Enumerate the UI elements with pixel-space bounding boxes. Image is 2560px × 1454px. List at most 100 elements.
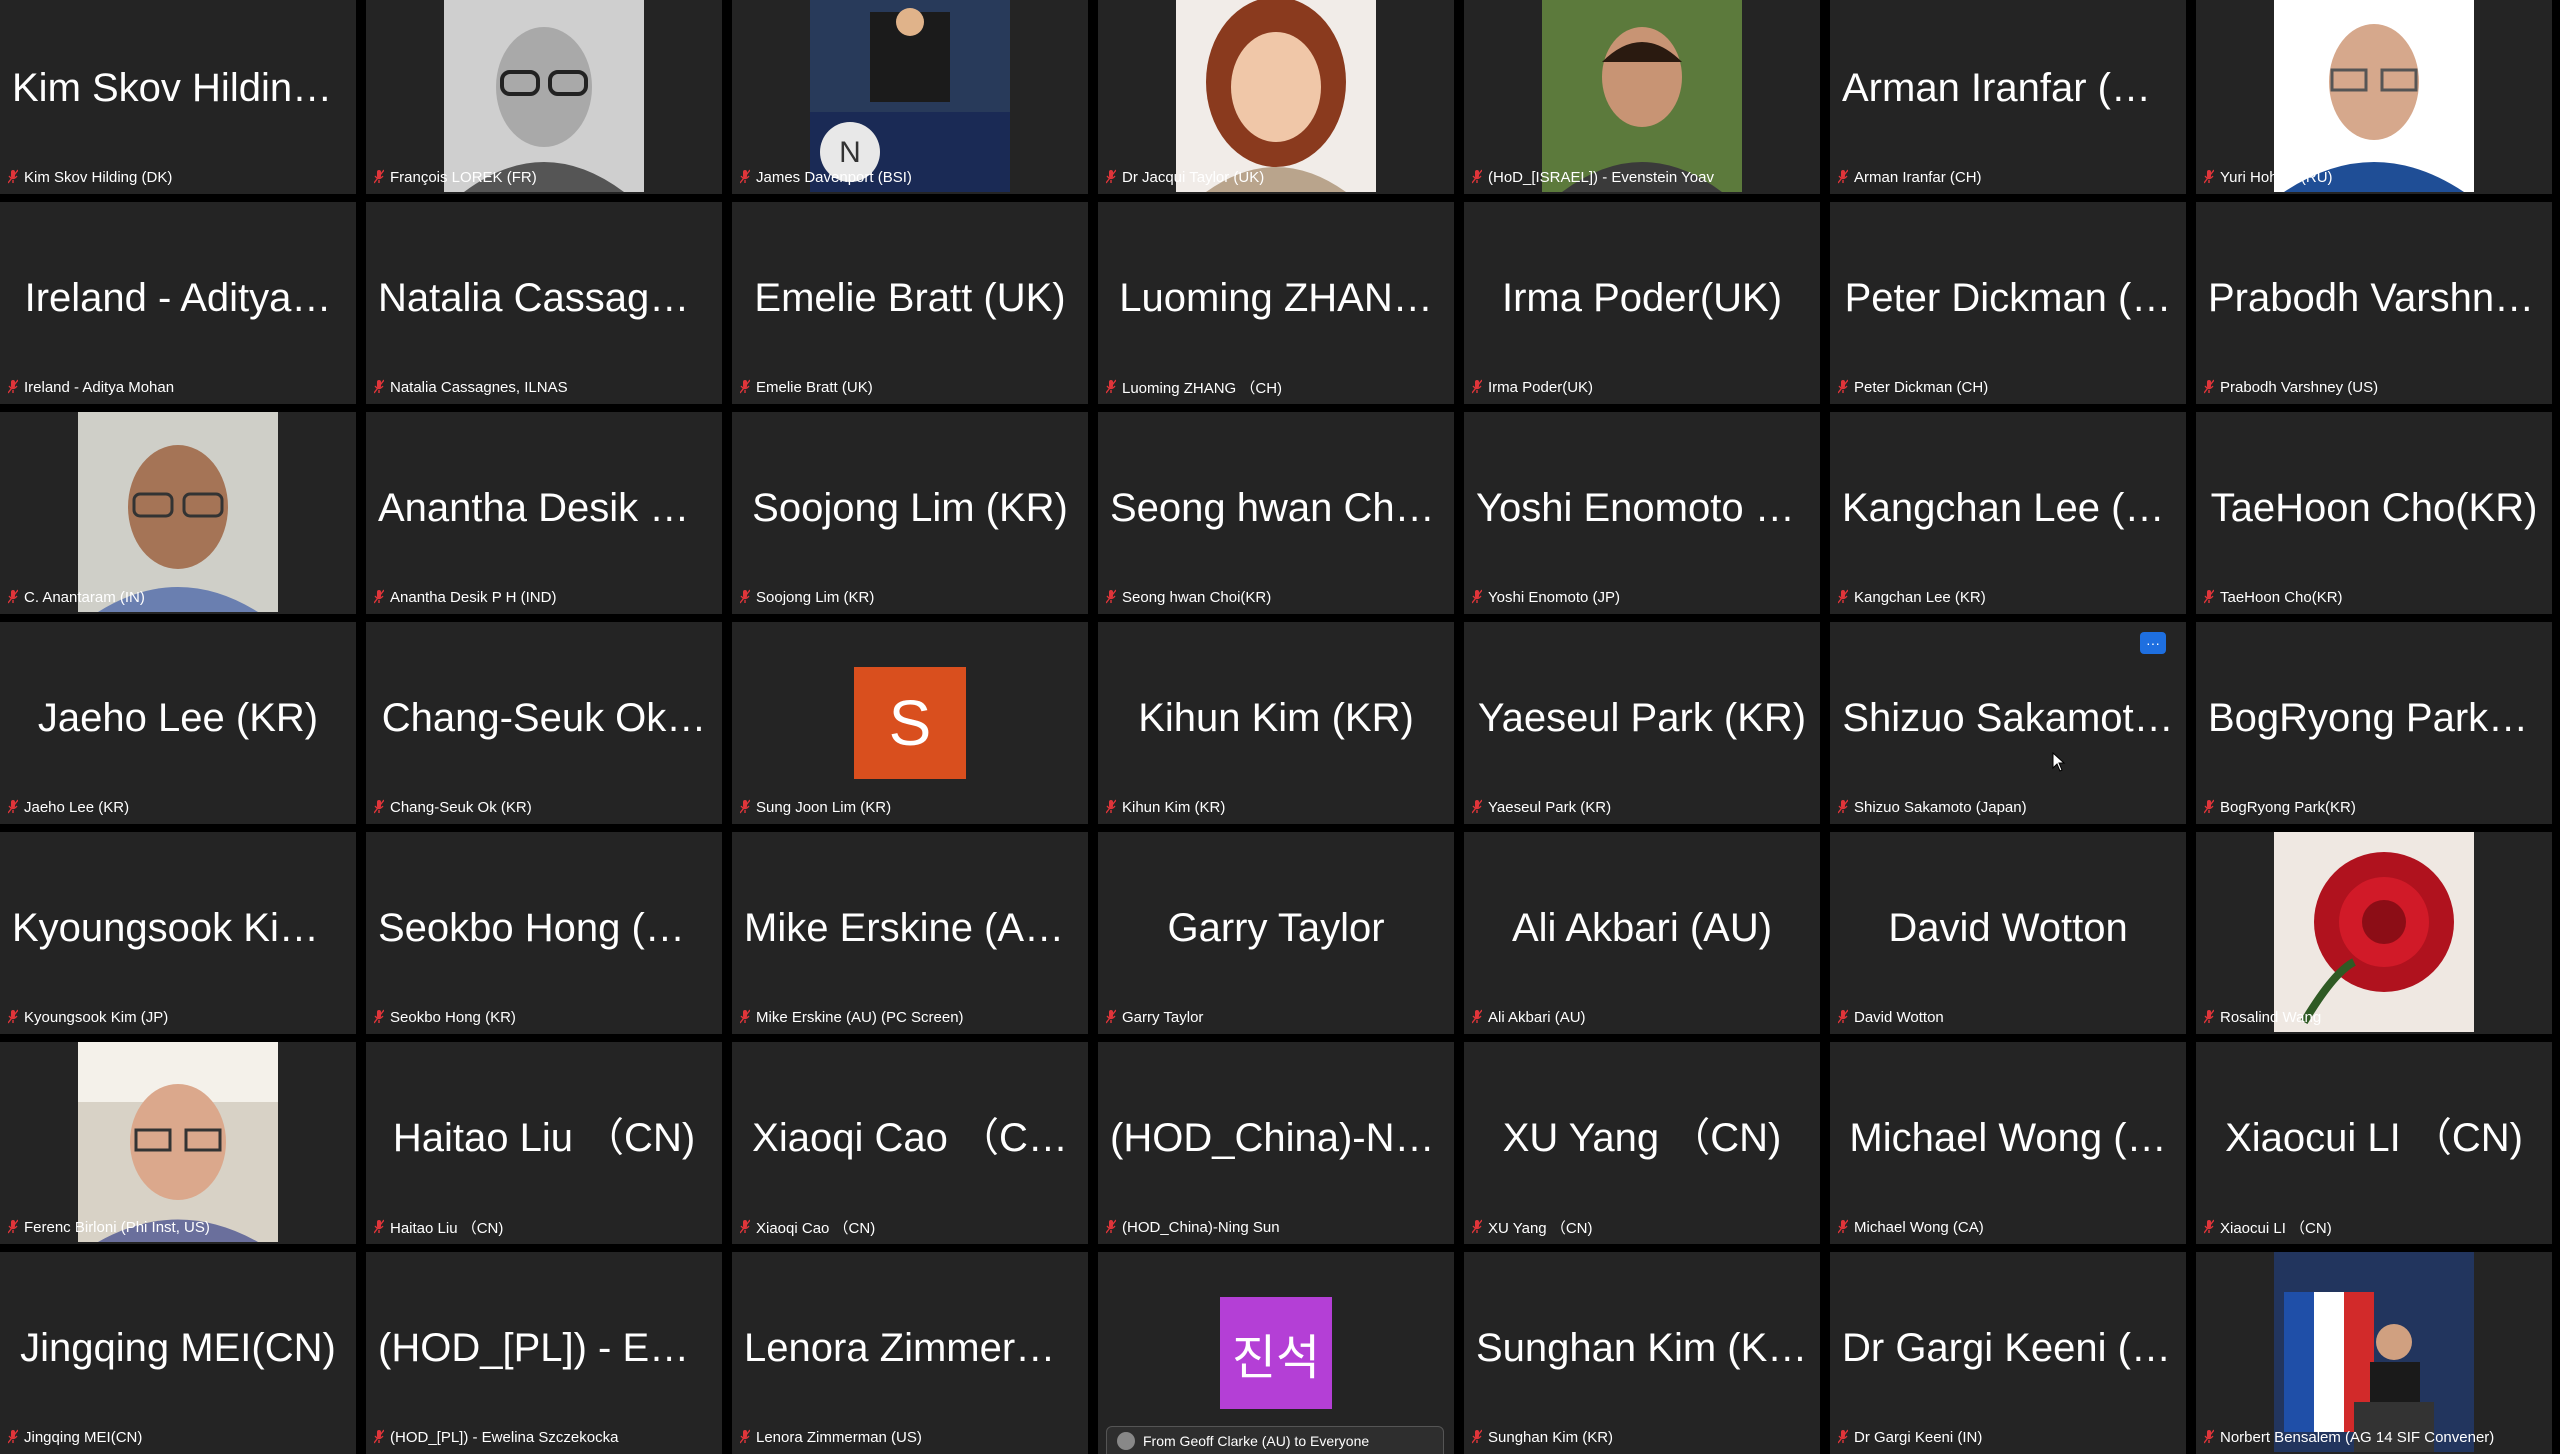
participant-tile[interactable]: Luoming ZHAN… Luoming ZHANG （CH) bbox=[1098, 202, 1454, 404]
participant-name-label: Ireland - Aditya Mohan bbox=[0, 376, 182, 398]
participant-name-label: François LOREK (FR) bbox=[366, 166, 545, 188]
participant-tile[interactable]: Kyoungsook Kim… Kyoungsook Kim (JP) bbox=[0, 832, 356, 1034]
participant-name-text: Ferenc Birloni (Phi Inst, US) bbox=[24, 1218, 210, 1236]
participant-tile[interactable]: François LOREK (FR) bbox=[366, 0, 722, 194]
participant-tile[interactable]: Xiaoqi Cao （C… Xiaoqi Cao （CN) bbox=[732, 1042, 1088, 1244]
participant-tile[interactable]: Emelie Bratt (UK) Emelie Bratt (UK) bbox=[732, 202, 1088, 404]
participant-tile[interactable]: Garry Taylor Garry Taylor bbox=[1098, 832, 1454, 1034]
participant-name-label: Shizuo Sakamoto (Japan) bbox=[1830, 796, 2035, 818]
participant-display-name: Ireland - Aditya… bbox=[24, 276, 332, 320]
participant-name-text: Xiaocui LI （CN) bbox=[2220, 1219, 2332, 1237]
participant-tile[interactable]: Haitao Liu （CN) Haitao Liu （CN) bbox=[366, 1042, 722, 1244]
participant-tile[interactable]: Prabodh Varshne… Prabodh Varshney (US) bbox=[2196, 202, 2552, 404]
participant-tile[interactable]: Anantha Desik P… Anantha Desik P H (IND) bbox=[366, 412, 722, 614]
participant-tile[interactable]: Norbert Bensalem (AG 14 SIF Convener) bbox=[2196, 1252, 2552, 1454]
participant-name-text: Yoshi Enomoto (JP) bbox=[1488, 588, 1621, 606]
participant-name-text: Irma Poder(UK) bbox=[1488, 378, 1594, 396]
participant-display-name: BogRyong Park(… bbox=[2208, 696, 2542, 740]
participant-display-name: Dr Gargi Keeni (I… bbox=[1842, 1326, 2183, 1370]
participant-tile[interactable]: Dr Jacqui Taylor (UK) bbox=[1098, 0, 1454, 194]
participant-display-name: Prabodh Varshne… bbox=[2208, 276, 2552, 320]
mic-muted-icon bbox=[2204, 1219, 2214, 1234]
participant-name-text: Xiaoqi Cao （CN) bbox=[756, 1219, 876, 1237]
mic-muted-icon bbox=[2204, 379, 2214, 394]
participant-tile[interactable]: Michael Wong (… Michael Wong (CA) bbox=[1830, 1042, 2186, 1244]
mic-muted-icon bbox=[1106, 1009, 1116, 1024]
participant-tile[interactable]: Irma Poder(UK) Irma Poder(UK) bbox=[1464, 202, 1820, 404]
participant-tile[interactable]: Ferenc Birloni (Phi Inst, US) bbox=[0, 1042, 356, 1244]
participant-name-label: Seong hwan Choi(KR) bbox=[1098, 586, 1279, 608]
participant-tile[interactable]: Kim Skov Hilding… Kim Skov Hilding (DK) bbox=[0, 0, 356, 194]
participant-name-label: Soojong Lim (KR) bbox=[732, 586, 882, 608]
mic-muted-icon bbox=[374, 1009, 384, 1024]
participant-tile[interactable]: Kihun Kim (KR) Kihun Kim (KR) bbox=[1098, 622, 1454, 824]
participant-tile[interactable]: TaeHoon Cho(KR) TaeHoon Cho(KR) bbox=[2196, 412, 2552, 614]
participant-name-label: Kihun Kim (KR) bbox=[1098, 796, 1233, 818]
participant-name-text: Kyoungsook Kim (JP) bbox=[24, 1008, 169, 1026]
participant-tile[interactable]: Yaeseul Park (KR) Yaeseul Park (KR) bbox=[1464, 622, 1820, 824]
participant-tile[interactable]: Natalia Cassagn… Natalia Cassagnes, ILNAS bbox=[366, 202, 722, 404]
participant-tile[interactable]: Arman Iranfar (C… Arman Iranfar (CH) bbox=[1830, 0, 2186, 194]
participant-tile[interactable]: C. Anantaram (IN) bbox=[0, 412, 356, 614]
participant-name-label: Norbert Bensalem (AG 14 SIF Convener) bbox=[2196, 1426, 2502, 1448]
participant-tile[interactable]: Jaeho Lee (KR) Jaeho Lee (KR) bbox=[0, 622, 356, 824]
participant-tile[interactable]: Seong hwan Cho… Seong hwan Choi(KR) bbox=[1098, 412, 1454, 614]
participant-video bbox=[2274, 0, 2474, 192]
participant-tile[interactable]: Ireland - Aditya… Ireland - Aditya Mohan bbox=[0, 202, 356, 404]
mic-muted-icon bbox=[1838, 1429, 1848, 1444]
participant-tile[interactable]: Sunghan Kim (KR) Sunghan Kim (KR) bbox=[1464, 1252, 1820, 1454]
participant-tile[interactable]: Peter Dickman (… Peter Dickman (CH) bbox=[1830, 202, 2186, 404]
mic-muted-icon bbox=[740, 1429, 750, 1444]
participant-tile[interactable]: (HOD_China)-Ni… (HOD_China)-Ning Sun bbox=[1098, 1042, 1454, 1244]
mic-muted-icon bbox=[374, 379, 384, 394]
mic-muted-icon bbox=[8, 1009, 18, 1024]
participant-tile[interactable]: Mike Erskine (AU… Mike Erskine (AU) (PC S… bbox=[732, 832, 1088, 1034]
participant-name-label: Xiaoqi Cao （CN) bbox=[732, 1216, 883, 1238]
participant-name-text: Seong hwan Choi(KR) bbox=[1122, 588, 1272, 606]
participant-name-label: Yuri Hohlov (RU) bbox=[2196, 166, 2341, 188]
mic-muted-icon bbox=[374, 169, 384, 184]
participant-tile[interactable]: (HoD_[ISRAEL]) - Evenstein Yoav bbox=[1464, 0, 1820, 194]
participant-tile[interactable]: Yoshi Enomoto (… Yoshi Enomoto (JP) bbox=[1464, 412, 1820, 614]
participant-tile[interactable]: XU Yang （CN) XU Yang （CN) bbox=[1464, 1042, 1820, 1244]
participant-tile[interactable]: S Sung Joon Lim (KR) bbox=[732, 622, 1088, 824]
participant-tile[interactable]: Chang-Seuk Ok… Chang-Seuk Ok (KR) bbox=[366, 622, 722, 824]
mouse-cursor-icon bbox=[2052, 752, 2066, 772]
participant-name-label: C. Anantaram (IN) bbox=[0, 586, 153, 608]
participant-tile[interactable]: 진석 From Geoff Clarke (AU) to Everyone bbox=[1098, 1252, 1454, 1454]
more-options-button[interactable]: ··· bbox=[2140, 632, 2166, 654]
participant-tile[interactable]: Xiaocui LI （CN) Xiaocui LI （CN) bbox=[2196, 1042, 2552, 1244]
participant-name-text: Anantha Desik P H (IND) bbox=[390, 588, 557, 606]
participant-display-name: Haitao Liu （CN) bbox=[392, 1116, 696, 1160]
participant-display-name: Xiaocui LI （CN) bbox=[2225, 1116, 2523, 1160]
participant-name-label: XU Yang （CN) bbox=[1464, 1216, 1600, 1238]
participant-tile[interactable]: Dr Gargi Keeni (I… Dr Gargi Keeni (IN) bbox=[1830, 1252, 2186, 1454]
participant-name-text: Emelie Bratt (UK) bbox=[756, 378, 873, 396]
participant-display-name: Kihun Kim (KR) bbox=[1138, 696, 1414, 740]
participant-name-text: TaeHoon Cho(KR) bbox=[2220, 588, 2343, 606]
participant-tile[interactable]: N James Davenport (BSI) bbox=[732, 0, 1088, 194]
participant-avatar: S bbox=[854, 667, 966, 779]
participant-name-label: Jingqing MEI(CN) bbox=[0, 1426, 150, 1448]
participant-name-text: Sung Joon Lim (KR) bbox=[756, 798, 892, 816]
participant-tile[interactable]: Rosalind Wang bbox=[2196, 832, 2552, 1034]
participant-tile[interactable]: Soojong Lim (KR) Soojong Lim (KR) bbox=[732, 412, 1088, 614]
participant-tile[interactable]: BogRyong Park(… BogRyong Park(KR) bbox=[2196, 622, 2552, 824]
participant-tile[interactable]: Yuri Hohlov (RU) bbox=[2196, 0, 2552, 194]
participant-tile[interactable]: (HOD_[PL]) - Ew… (HOD_[PL]) - Ewelina Szc… bbox=[366, 1252, 722, 1454]
participant-tile[interactable]: Kangchan Lee (K… Kangchan Lee (KR) bbox=[1830, 412, 2186, 614]
participant-name-text: David Wotton bbox=[1854, 1008, 1944, 1026]
participant-name-label: Peter Dickman (CH) bbox=[1830, 376, 1996, 398]
participant-name-text: BogRyong Park(KR) bbox=[2220, 798, 2356, 816]
participant-name-text: Michael Wong (CA) bbox=[1854, 1218, 1984, 1236]
participant-tile[interactable]: Shizuo Sakamot… ··· Shizuo Sakamoto (Japan… bbox=[1830, 622, 2186, 824]
participant-name-label: Kyoungsook Kim (JP) bbox=[0, 1006, 176, 1028]
chat-notification[interactable]: From Geoff Clarke (AU) to Everyone bbox=[1106, 1426, 1444, 1454]
participant-tile[interactable]: Jingqing MEI(CN) Jingqing MEI(CN) bbox=[0, 1252, 356, 1454]
participant-tile[interactable]: Lenora Zimmerm… Lenora Zimmerman (US) bbox=[732, 1252, 1088, 1454]
mic-muted-icon bbox=[1838, 379, 1848, 394]
participant-tile[interactable]: Ali Akbari (AU) Ali Akbari (AU) bbox=[1464, 832, 1820, 1034]
participant-tile[interactable]: Seokbo Hong (KR) Seokbo Hong (KR) bbox=[366, 832, 722, 1034]
participant-tile[interactable]: David Wotton David Wotton bbox=[1830, 832, 2186, 1034]
participant-name-text: Soojong Lim (KR) bbox=[756, 588, 875, 606]
